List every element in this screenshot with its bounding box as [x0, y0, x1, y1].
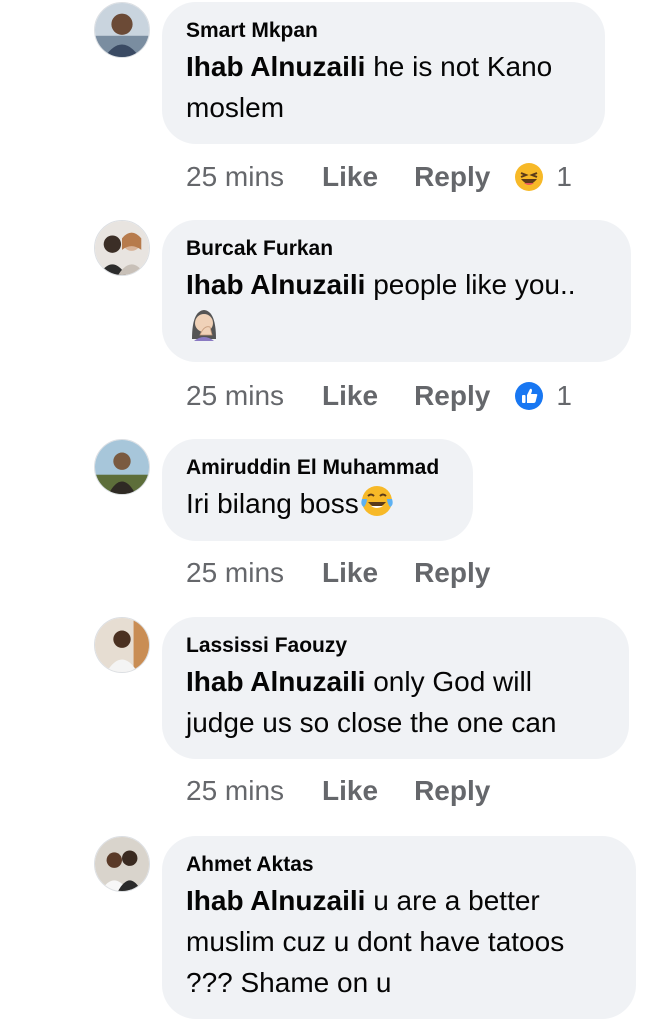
reply-button[interactable]: Reply [414, 161, 490, 193]
comment-bubble: Amiruddin El Muhammad Iri bilang boss [162, 439, 473, 541]
reply-button[interactable]: Reply [414, 775, 490, 807]
comment-time[interactable]: 25 mins [186, 161, 284, 193]
comment-author[interactable]: Amiruddin El Muhammad [186, 455, 449, 481]
comment-actions: 25 mins Like Reply [186, 771, 526, 811]
mention-link[interactable]: Ihab Alnuzaili [186, 269, 365, 300]
reaction-summary[interactable]: 1 [514, 161, 572, 193]
comment-author[interactable]: Ahmet Aktas [186, 852, 612, 878]
mention-link[interactable]: Ihab Alnuzaili [186, 51, 365, 82]
mention-link[interactable]: Ihab Alnuzaili [186, 666, 365, 697]
reply-button[interactable]: Reply [414, 380, 490, 412]
avatar[interactable] [94, 439, 150, 495]
comment-author[interactable]: Lassissi Faouzy [186, 633, 605, 659]
like-button[interactable]: Like [322, 161, 378, 193]
like-button[interactable]: Like [322, 380, 378, 412]
comment-body: people like you.. [365, 269, 576, 300]
comment-text: Iri bilang boss [186, 483, 449, 524]
avatar[interactable] [94, 220, 150, 276]
comment-time[interactable]: 25 mins [186, 380, 284, 412]
comment-actions: 25 mins Like Reply 1 [186, 376, 572, 416]
avatar[interactable] [94, 2, 150, 58]
comment-text: Ihab Alnuzaili only God will judge us so… [186, 661, 605, 743]
reaction-summary[interactable]: 1 [514, 380, 572, 412]
comment-bubble: Lassissi Faouzy Ihab Alnuzaili only God … [162, 617, 629, 759]
like-thumb-icon [514, 381, 544, 411]
comment-text: Ihab Alnuzaili people like you.. [186, 264, 607, 346]
comment-bubble: Smart Mkpan Ihab Alnuzaili he is not Kan… [162, 2, 605, 144]
comment-time[interactable]: 25 mins [186, 557, 284, 589]
like-button[interactable]: Like [322, 557, 378, 589]
comment-body: Iri bilang boss [186, 488, 359, 519]
avatar[interactable] [94, 617, 150, 673]
reaction-count: 1 [556, 161, 572, 192]
comment-bubble: Ahmet Aktas Ihab Alnuzaili u are a bette… [162, 836, 636, 1019]
tears-of-joy-emoji-icon [359, 483, 395, 519]
comment-author[interactable]: Smart Mkpan [186, 18, 581, 44]
comment-author[interactable]: Burcak Furkan [186, 236, 607, 262]
mention-link[interactable]: Ihab Alnuzaili [186, 885, 365, 916]
comment-actions: 25 mins Like Reply 1 [186, 157, 572, 197]
reply-button[interactable]: Reply [414, 557, 490, 589]
avatar[interactable] [94, 836, 150, 892]
reaction-count: 1 [556, 380, 572, 411]
comment-bubble: Burcak Furkan Ihab Alnuzaili people like… [162, 220, 631, 362]
facepalm-woman-emoji-icon [186, 305, 222, 341]
comment-text: Ihab Alnuzaili u are a better muslim cuz… [186, 880, 612, 1003]
haha-squint-emoji-icon [514, 162, 544, 192]
comment-text: Ihab Alnuzaili he is not Kano moslem [186, 46, 581, 128]
comment-time[interactable]: 25 mins [186, 775, 284, 807]
like-button[interactable]: Like [322, 775, 378, 807]
comment-actions: 25 mins Like Reply [186, 553, 526, 593]
